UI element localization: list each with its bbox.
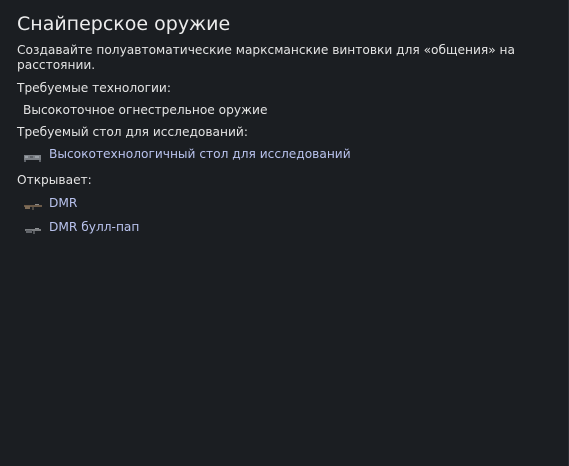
bullpup-rifle-icon [23, 221, 43, 234]
unlock-item-dmr-name: DMR [49, 196, 78, 210]
research-info-panel: Снайперское оружие Создавайте полуавтома… [0, 0, 569, 466]
unlock-item-dmr[interactable]: DMR [23, 194, 77, 212]
unlock-item-dmr-bullpup[interactable]: DMR булл-пап [23, 218, 139, 236]
unlocks-label: Открывает: [17, 173, 92, 187]
unlock-item-dmr-bullpup-name: DMR булл-пап [49, 220, 140, 234]
research-description: Создавайте полуавтоматические марксманск… [17, 43, 515, 72]
required-tech-item: Высокоточное огнестрельное оружие [23, 103, 268, 117]
required-tech-label: Требуемые технологии: [17, 81, 171, 95]
research-bench-icon [23, 148, 43, 162]
required-bench-link[interactable]: Высокотехнологичный стол для исследовани… [23, 145, 351, 163]
rifle-icon [23, 197, 43, 210]
research-title: Снайперское оружие [17, 13, 231, 35]
required-bench-name: Высокотехнологичный стол для исследовани… [49, 147, 351, 161]
required-bench-label: Требуемый стол для исследований: [17, 125, 248, 139]
